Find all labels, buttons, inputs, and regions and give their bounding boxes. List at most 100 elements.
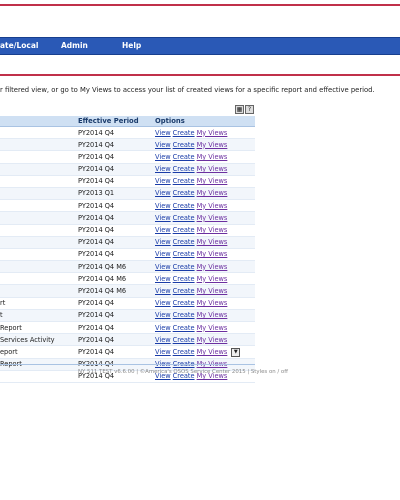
create-link[interactable]: Create [173,177,195,185]
create-link[interactable]: Create [173,141,195,149]
effective-period: PY2014 Q4 [78,238,115,247]
create-link[interactable]: Create [173,202,195,210]
my-views-link[interactable]: My Views [197,287,228,295]
create-link[interactable]: Create [173,153,195,161]
instruction-text: r filtered view, or go to My Views to ac… [0,86,375,94]
my-views-link[interactable]: My Views [197,226,228,234]
my-views-link[interactable]: My Views [197,299,228,307]
create-link[interactable]: Create [173,348,195,356]
my-views-link[interactable]: My Views [197,189,228,197]
effective-period: PY2014 Q4 M6 [78,262,127,271]
effective-period: PY2014 Q4 [78,250,115,259]
styles-off-link[interactable]: off [281,369,288,375]
view-link[interactable]: View [155,141,171,149]
view-link[interactable]: View [155,263,171,271]
view-link[interactable]: View [155,311,171,319]
report-name: Services Activity [0,335,55,344]
my-views-link[interactable]: My Views [197,141,228,149]
export-icon[interactable]: ▦ [235,105,244,114]
row-options: ViewCreateMy Views [155,238,229,246]
help-icon[interactable]: ? [245,105,254,114]
nav-item-state-local[interactable]: ate/Local [0,41,38,50]
create-link[interactable]: Create [173,336,195,344]
my-views-link[interactable]: My Views [197,177,228,185]
my-views-link[interactable]: My Views [197,214,228,222]
create-link[interactable]: Create [173,287,195,295]
view-link[interactable]: View [155,324,171,332]
create-link[interactable]: Create [173,275,195,283]
effective-period: PY2014 Q4 [78,347,115,356]
view-link[interactable]: View [155,250,171,258]
view-link[interactable]: View [155,336,171,344]
main-navbar: ate/Local Admin Help [0,37,400,55]
create-link[interactable]: Create [173,324,195,332]
create-link[interactable]: Create [173,299,195,307]
effective-period: PY2014 Q4 [78,128,115,137]
table-row: PY2014 Q4 View Create My Views [0,200,255,213]
view-link[interactable]: View [155,275,171,283]
create-link[interactable]: Create [173,311,195,319]
view-link[interactable]: View [155,214,171,222]
row-options: ViewCreateMy Views [155,250,229,258]
expand-more-icon[interactable]: ▼ [231,347,241,357]
create-link[interactable]: Create [173,238,195,246]
table-row: PY2013 Q1 View Create My Views [0,187,255,201]
row-options: ViewCreateMy Views [155,177,229,185]
row-options: ViewCreateMy Views [155,299,229,307]
view-link[interactable]: View [155,165,171,173]
my-views-link[interactable]: My Views [197,275,228,283]
effective-period: PY2014 Q4 [78,177,115,186]
my-views-link[interactable]: My Views [197,129,228,137]
row-options: ViewCreateMy Views [155,226,229,234]
create-link[interactable]: Create [173,214,195,222]
my-views-link[interactable]: My Views [197,153,228,161]
row-options: ViewCreateMy Views [155,275,229,283]
effective-period: PY2014 Q4 [78,226,115,234]
create-link[interactable]: Create [173,129,195,137]
row-options: ViewCreateMy Views [155,165,229,173]
table-bottom-border [0,364,255,365]
nav-item-help[interactable]: Help [122,41,141,50]
table-row: Services Activity PY2014 Q4 View Create My V… [0,334,255,347]
create-link[interactable]: Create [173,165,195,173]
view-link[interactable]: View [155,129,171,137]
create-link[interactable]: Create [173,189,195,197]
row-options: ViewCreateMy Views [155,214,229,222]
styles-on-link[interactable]: on [269,369,276,375]
my-views-link[interactable]: My Views [197,165,228,173]
table-row: PY2014 Q4 View Create My Views [0,225,255,237]
row-options: ViewCreateMy Views [155,311,229,319]
table-row: PY2014 Q4 View Create My Views [0,139,255,152]
content-divider [0,74,400,76]
my-views-link[interactable]: My Views [197,263,228,271]
my-views-link[interactable]: My Views [197,348,228,356]
my-views-link[interactable]: My Views [197,324,228,332]
effective-period: PY2014 Q4 [78,201,115,210]
view-link[interactable]: View [155,226,171,234]
view-link[interactable]: View [155,238,171,246]
table-row: PY2014 Q4 View Create My Views [0,176,255,188]
my-views-link[interactable]: My Views [197,311,228,319]
row-options: ViewCreateMy Views [155,202,229,210]
view-link[interactable]: View [155,202,171,210]
my-views-link[interactable]: My Views [197,202,228,210]
table-row: PY2014 Q4 M6 View Create My Views [0,285,255,298]
create-link[interactable]: Create [173,250,195,258]
my-views-link[interactable]: My Views [197,336,228,344]
table-row: rt PY2014 Q4 View Create My Views [0,298,255,310]
nav-item-admin[interactable]: Admin [61,41,88,50]
my-views-link[interactable]: My Views [197,238,228,246]
view-link[interactable]: View [155,189,171,197]
view-link[interactable]: View [155,348,171,356]
create-link[interactable]: Create [173,226,195,234]
create-link[interactable]: Create [173,263,195,271]
page-footer: NY 511 TEST v6.6.00 | ©America's OSOS Se… [78,369,288,375]
view-link[interactable]: View [155,153,171,161]
view-link[interactable]: View [155,177,171,185]
row-options: ViewCreateMy Views [155,263,229,271]
table-body: PY2014 Q4 View Create My Views PY2014 Q4 View… [0,127,255,383]
view-link[interactable]: View [155,299,171,307]
my-views-link[interactable]: My Views [197,250,228,258]
view-link[interactable]: View [155,287,171,295]
header-options: Options [155,117,185,125]
